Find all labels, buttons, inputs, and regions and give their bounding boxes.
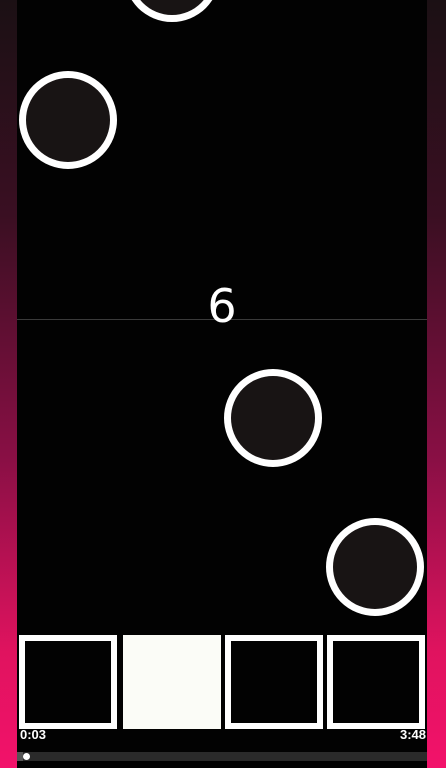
elapsed-time: 0:03 [20, 727, 47, 742]
playfield[interactable]: 6 0:03 3:48 [17, 0, 427, 768]
falling-note[interactable] [124, 0, 220, 22]
game-screen: 6 0:03 3:48 [0, 0, 446, 768]
progress-bar[interactable] [17, 752, 427, 761]
lane-key-4[interactable] [327, 635, 425, 729]
falling-note[interactable] [326, 518, 424, 616]
falling-note[interactable] [224, 369, 322, 467]
falling-note[interactable] [19, 71, 117, 169]
lane-key-2[interactable] [123, 635, 221, 729]
progress-fill [17, 752, 23, 761]
lane-key-1[interactable] [19, 635, 117, 729]
total-time: 3:48 [399, 727, 426, 742]
lane-key-3[interactable] [225, 635, 323, 729]
progress-thumb[interactable] [22, 753, 30, 760]
score-counter: 6 [207, 279, 237, 333]
